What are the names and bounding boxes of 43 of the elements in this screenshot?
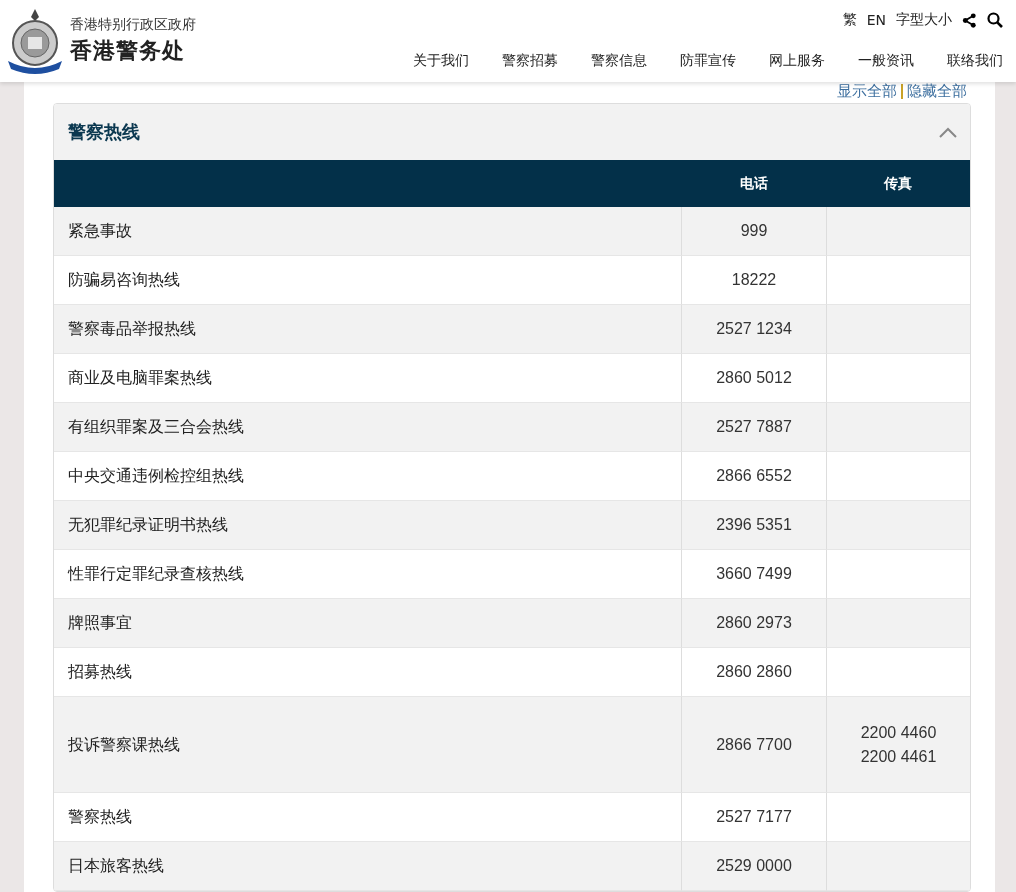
hotline-name-cell: 无犯罪纪录证明书热线 (54, 501, 681, 550)
nav-item[interactable]: 联络我们 (947, 52, 1003, 70)
nav-item[interactable]: 警察招募 (502, 52, 558, 70)
panel-header[interactable]: 警察热线 (54, 104, 970, 160)
phone-cell: 2860 2860 (681, 648, 826, 697)
nav-item[interactable]: 防罪宣传 (680, 52, 736, 70)
search-icon[interactable] (987, 12, 1003, 28)
phone-cell: 2866 6552 (681, 452, 826, 501)
fax-cell: 2200 4460 2200 4461 (826, 697, 970, 793)
phone-cell: 2860 2973 (681, 599, 826, 648)
nav-item[interactable]: 一般资讯 (858, 52, 914, 70)
phone-cell: 2527 1234 (681, 305, 826, 354)
share-icon[interactable] (962, 12, 977, 28)
chevron-up-icon[interactable] (939, 126, 957, 138)
site-title: 香港警务处 (70, 37, 186, 65)
header-link[interactable]: 繁 (842, 11, 857, 29)
police-badge-logo (6, 7, 64, 75)
phone-cell: 2866 7700 (681, 697, 826, 793)
header-link[interactable]: EN (866, 12, 886, 28)
hotline-name-cell: 日本旅客热线 (54, 842, 681, 891)
phone-cell: 18222 (681, 256, 826, 305)
column-header: 电话 (681, 160, 826, 207)
header-link[interactable]: 字型大小 (896, 11, 952, 29)
show-all-link[interactable]: 显示全部 (837, 81, 897, 101)
phone-cell: 2860 5012 (681, 354, 826, 403)
nav-item[interactable]: 网上服务 (769, 52, 825, 70)
government-name: 香港特别行政区政府 (70, 16, 196, 34)
hotline-name-cell: 紧急事故 (54, 207, 681, 256)
nav-item[interactable]: 关于我们 (413, 52, 469, 70)
hotline-name-cell: 牌照事宜 (54, 599, 681, 648)
nav-item[interactable]: 警察信息 (591, 52, 647, 70)
panel-title: 警察热线 (68, 120, 140, 144)
hide-all-link[interactable]: 隐藏全部 (907, 81, 967, 101)
phone-cell: 2527 7887 (681, 403, 826, 452)
phone-cell: 999 (681, 207, 826, 256)
hotline-name-cell: 有组织罪案及三合会热线 (54, 403, 681, 452)
phone-cell: 3660 7499 (681, 550, 826, 599)
phone-cell: 2529 0000 (681, 842, 826, 891)
column-header: 传真 (826, 160, 970, 207)
hotline-name-cell: 警察毒品举报热线 (54, 305, 681, 354)
phone-cell: 2527 7177 (681, 793, 826, 842)
hotline-name-cell: 投诉警察课热线 (54, 697, 681, 793)
phone-cell: 2396 5351 (681, 501, 826, 550)
